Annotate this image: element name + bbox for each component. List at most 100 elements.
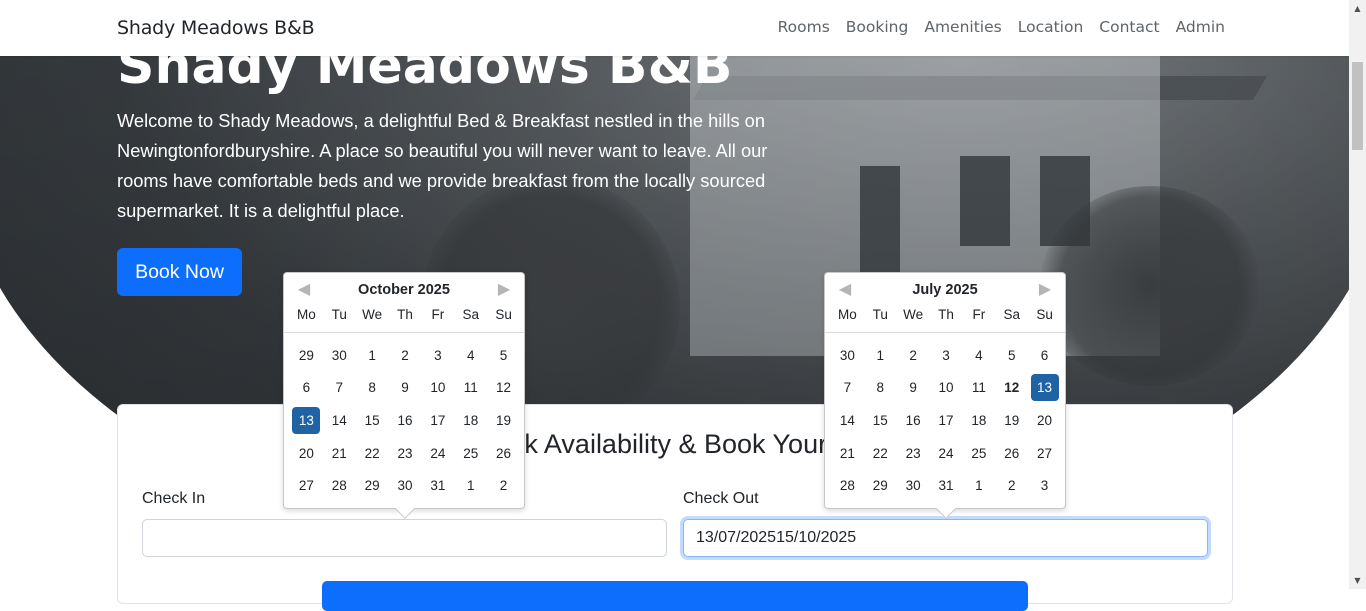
scroll-down-icon[interactable]: ▼	[1349, 572, 1366, 589]
calendar-day[interactable]: 3	[1028, 469, 1061, 502]
calendar-day[interactable]: 10	[930, 372, 963, 405]
navbar-brand[interactable]: Shady Meadows B&B	[117, 17, 315, 39]
calendar-day-number: 3	[434, 347, 442, 363]
calendar-day[interactable]: 24	[930, 437, 963, 470]
calendar-day-number: 6	[302, 380, 311, 396]
calendar-day[interactable]: 27	[1028, 437, 1061, 470]
nav-link-contact[interactable]: Contact	[1099, 18, 1159, 36]
calendar-day-number: 19	[1004, 412, 1020, 428]
calendar-day[interactable]: 30	[831, 339, 864, 372]
calendar-day[interactable]: 26	[995, 437, 1028, 470]
calendar-day[interactable]: 28	[831, 469, 864, 502]
calendar-day-number: 3	[942, 347, 950, 363]
calendar-day[interactable]: 31	[930, 469, 963, 502]
weekday-label: We	[362, 307, 383, 322]
calendar-day[interactable]: 2	[897, 339, 930, 372]
calendar-day[interactable]: 29	[864, 469, 897, 502]
calendar-day[interactable]: 8	[864, 372, 897, 405]
calendar-day[interactable]: 18	[962, 404, 995, 437]
calendar-day[interactable]: 12	[487, 372, 520, 405]
calendar-day[interactable]: 1	[962, 469, 995, 502]
calendar-day[interactable]: 21	[831, 437, 864, 470]
nav-link-location[interactable]: Location	[1018, 18, 1084, 36]
calendar-day[interactable]: 25	[454, 437, 487, 470]
calendar-day[interactable]: 6	[290, 372, 323, 405]
calendar-day[interactable]: 1	[864, 339, 897, 372]
calendar-day[interactable]: 20	[1028, 404, 1061, 437]
calendar-day[interactable]: 25	[962, 437, 995, 470]
calendar-day[interactable]: 10	[421, 372, 454, 405]
calendar-day-number: 30	[331, 347, 347, 363]
calendar-day-number: 7	[843, 380, 852, 396]
calendar-day[interactable]: 4	[962, 339, 995, 372]
calendar-day[interactable]: 9	[389, 372, 422, 405]
calendar-day[interactable]: 18	[454, 404, 487, 437]
calendar-day[interactable]: 5	[487, 339, 520, 372]
calendar-day[interactable]: 3	[930, 339, 963, 372]
calendar-day[interactable]: 14	[323, 404, 356, 437]
calendar-day[interactable]: 2	[389, 339, 422, 372]
calendar-day[interactable]: 20	[290, 437, 323, 470]
calendar-day[interactable]: 4	[454, 339, 487, 372]
calendar-day[interactable]: 9	[897, 372, 930, 405]
calendar-day[interactable]: 13	[1028, 372, 1061, 405]
next-month-icon[interactable]: ▶	[1035, 279, 1055, 299]
calendar-day[interactable]: 16	[897, 404, 930, 437]
calendar-day[interactable]: 8	[356, 372, 389, 405]
calendar-day[interactable]: 6	[1028, 339, 1061, 372]
nav-link-amenities[interactable]: Amenities	[924, 18, 1001, 36]
calendar-day[interactable]: 13	[290, 404, 323, 437]
calendar-day[interactable]: 15	[356, 404, 389, 437]
calendar-day[interactable]: 26	[487, 437, 520, 470]
calendar-day[interactable]: 2	[487, 469, 520, 502]
calendar-day[interactable]: 22	[864, 437, 897, 470]
page-scrollbar[interactable]: ▲ ▼	[1349, 0, 1366, 589]
house-window	[860, 166, 900, 276]
calendar-day[interactable]: 15	[864, 404, 897, 437]
calendar-day[interactable]: 14	[831, 404, 864, 437]
weekday-label: Fr	[431, 307, 445, 322]
calendar-day[interactable]: 5	[995, 339, 1028, 372]
calendar-day[interactable]: 17	[930, 404, 963, 437]
calendar-day-number: 19	[496, 412, 512, 428]
calendar-day[interactable]: 12	[995, 372, 1028, 405]
calendar-day[interactable]: 1	[356, 339, 389, 372]
calendar-day[interactable]: 30	[897, 469, 930, 502]
check-in-input[interactable]	[142, 519, 667, 557]
check-out-input[interactable]: 13/07/202515/10/2025	[683, 519, 1208, 557]
scrollbar-thumb[interactable]	[1352, 62, 1363, 150]
calendar-day[interactable]: 24	[421, 437, 454, 470]
next-month-icon[interactable]: ▶	[494, 279, 514, 299]
calendar-day[interactable]: 16	[389, 404, 422, 437]
calendar-day[interactable]: 23	[897, 437, 930, 470]
calendar-day[interactable]: 2	[995, 469, 1028, 502]
nav-link-admin[interactable]: Admin	[1176, 18, 1225, 36]
calendar-day[interactable]: 7	[831, 372, 864, 405]
calendar-day[interactable]: 19	[995, 404, 1028, 437]
calendar-day[interactable]: 27	[290, 469, 323, 502]
calendar-day[interactable]: 30	[389, 469, 422, 502]
scroll-up-icon[interactable]: ▲	[1349, 0, 1366, 17]
calendar-day[interactable]: 23	[389, 437, 422, 470]
calendar-day[interactable]: 30	[323, 339, 356, 372]
calendar-day[interactable]: 19	[487, 404, 520, 437]
calendar-day[interactable]: 29	[356, 469, 389, 502]
calendar-day[interactable]: 29	[290, 339, 323, 372]
book-now-button[interactable]: Book Now	[117, 248, 242, 296]
weekday-label: Fr	[972, 307, 986, 322]
calendar-day-number: 21	[331, 445, 347, 461]
calendar-day[interactable]: 17	[421, 404, 454, 437]
calendar-day[interactable]: 7	[323, 372, 356, 405]
calendar-day[interactable]: 28	[323, 469, 356, 502]
calendar-day[interactable]: 3	[421, 339, 454, 372]
calendar-day[interactable]: 31	[421, 469, 454, 502]
calendar-day[interactable]: 1	[454, 469, 487, 502]
calendar-day[interactable]: 11	[454, 372, 487, 405]
nav-link-rooms[interactable]: Rooms	[778, 18, 830, 36]
calendar-day[interactable]: 22	[356, 437, 389, 470]
calendar-day[interactable]: 21	[323, 437, 356, 470]
calendar-day[interactable]: 11	[962, 372, 995, 405]
calendar-day-number: 24	[430, 445, 446, 461]
check-availability-button[interactable]	[322, 581, 1028, 611]
nav-link-booking[interactable]: Booking	[846, 18, 909, 36]
